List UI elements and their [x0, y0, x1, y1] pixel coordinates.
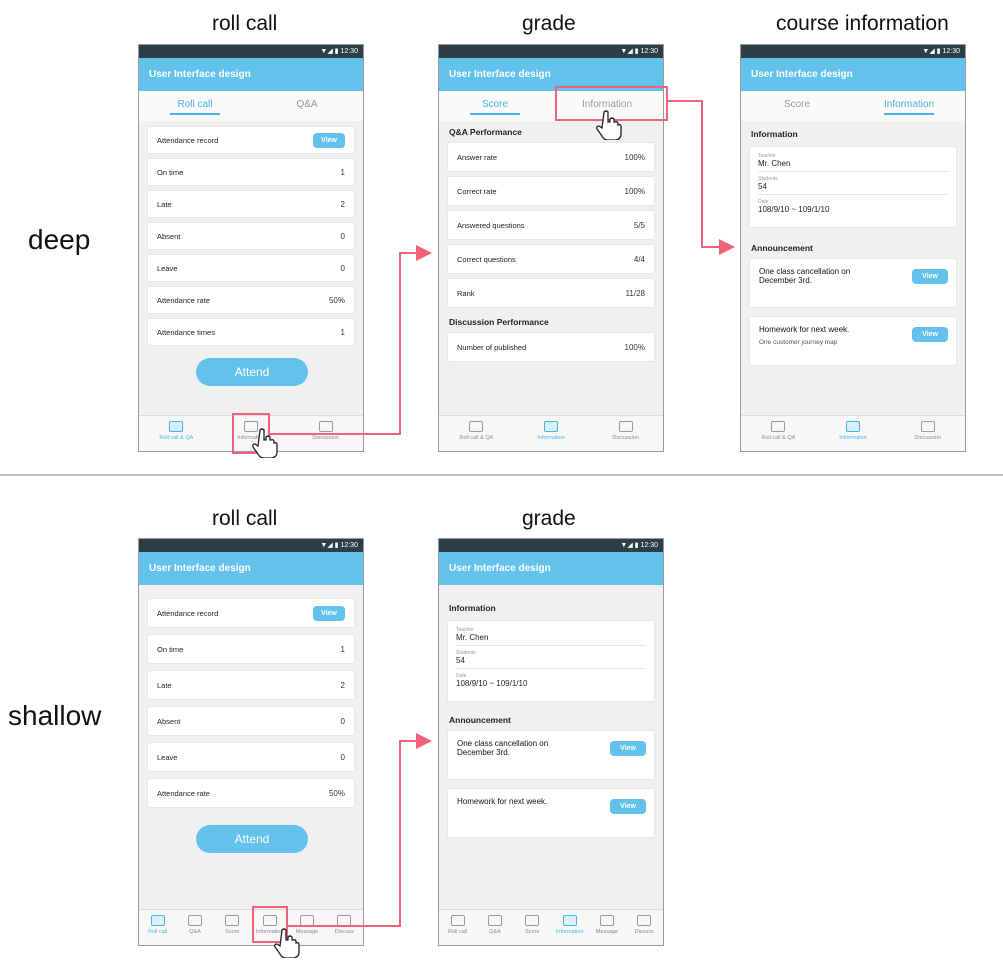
- arrow-deep-rollcall-to-grade: [270, 245, 432, 435]
- hand-cursor-icon: [252, 428, 278, 458]
- hand-cursor-icon: [596, 110, 622, 140]
- flow-arrows: [270, 100, 735, 927]
- hand-cursor-icon: [274, 928, 300, 958]
- arrow-shallow-rollcall-to-grade: [288, 733, 432, 927]
- arrow-deep-grade-to-info: [668, 100, 735, 255]
